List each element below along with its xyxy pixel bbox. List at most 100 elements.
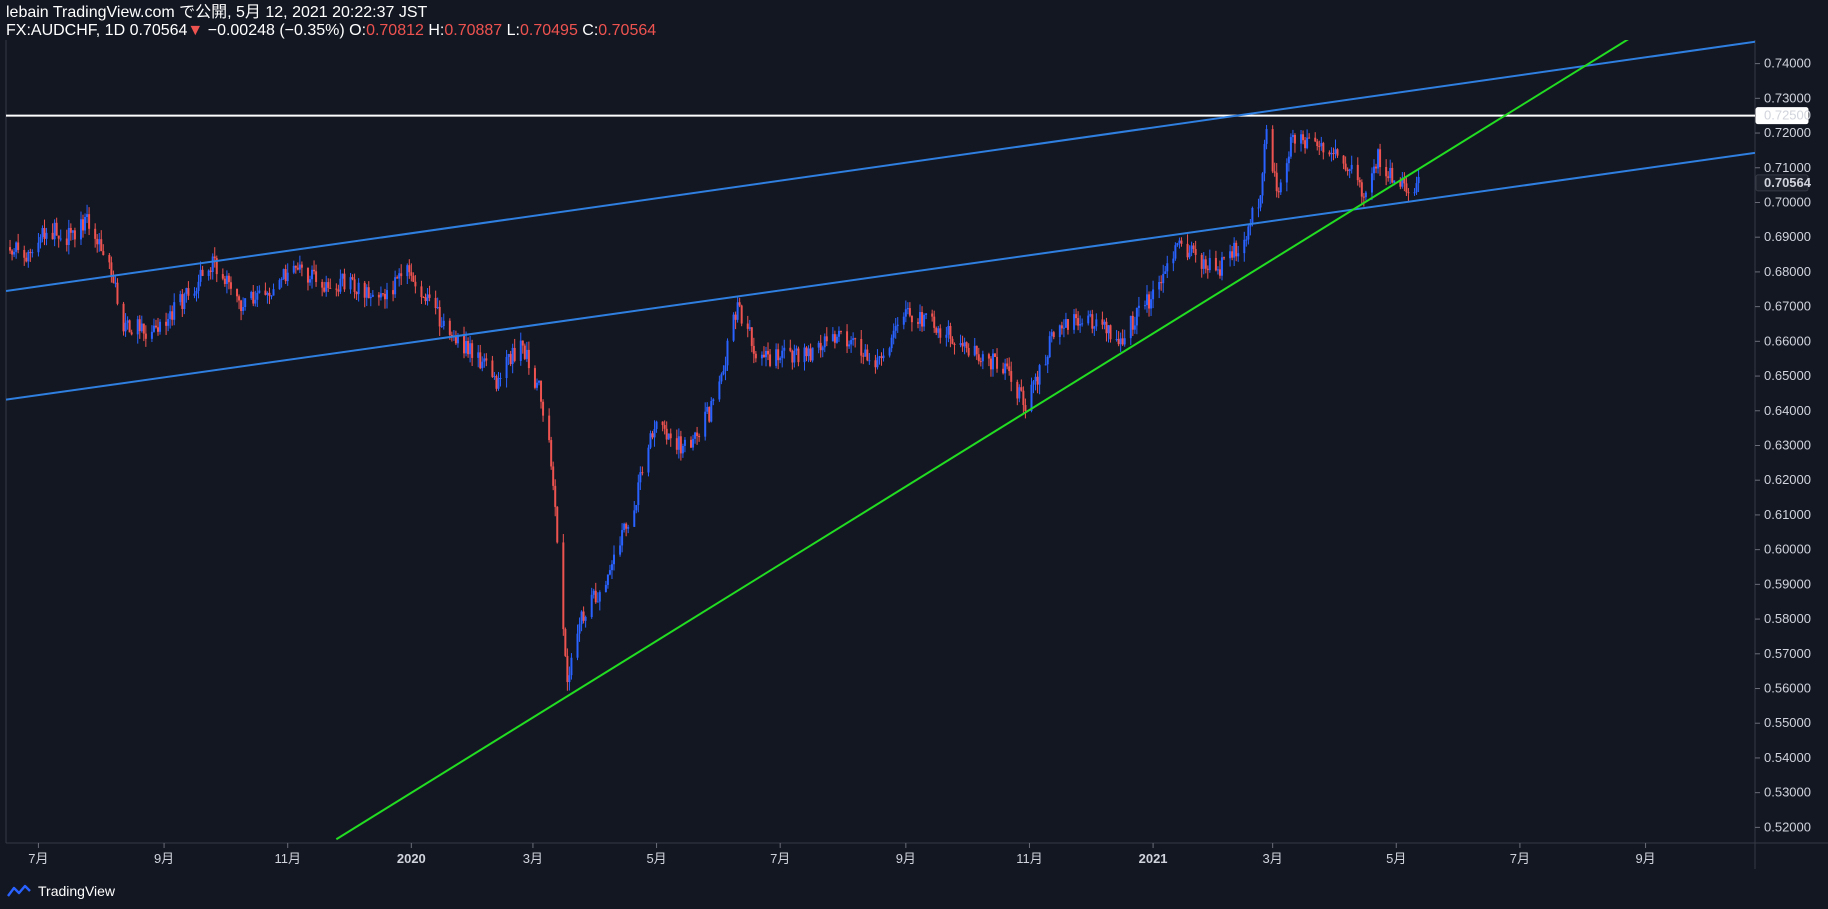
candle-body — [1356, 164, 1359, 181]
candle-body — [497, 378, 500, 389]
y-tick-label: 0.54000 — [1764, 750, 1811, 765]
candle-body — [86, 214, 89, 218]
candle-body — [1415, 183, 1418, 193]
candle-body — [882, 355, 885, 359]
candle-body — [1079, 324, 1082, 326]
candle-body — [864, 349, 867, 357]
candle-body — [850, 339, 853, 345]
candle-body — [1275, 172, 1278, 192]
candle-body — [746, 323, 749, 329]
candle-body — [931, 313, 934, 317]
ohlc-line: FX:AUDCHF, 1D 0.70564▼ −0.00248 (−0.35%)… — [6, 22, 1828, 40]
candle-body — [848, 344, 851, 347]
y-tick-label: 0.72000 — [1764, 125, 1811, 140]
candle-body — [694, 432, 697, 439]
candle-body — [610, 564, 613, 571]
candle-body — [128, 320, 131, 333]
candle-body — [1158, 282, 1161, 290]
x-tick-label: 11月 — [274, 851, 301, 866]
channel-upper-line[interactable] — [6, 40, 1755, 292]
candle-body — [122, 303, 125, 332]
candle-body — [1109, 325, 1112, 340]
candle-body — [679, 436, 682, 454]
candle-body — [775, 349, 778, 366]
candle-body — [1060, 325, 1063, 329]
candle-body — [582, 611, 585, 621]
candle-body — [1146, 294, 1149, 306]
candle-body — [1320, 143, 1323, 147]
candle-body — [639, 472, 642, 483]
candle-body — [831, 334, 834, 342]
candle-body — [467, 340, 470, 355]
candle-body — [386, 290, 389, 300]
candle-body — [244, 298, 247, 308]
channel-lower-line[interactable] — [6, 151, 1755, 401]
candle-body — [724, 365, 727, 372]
candle-body — [201, 269, 204, 276]
candle-body — [1107, 325, 1110, 334]
candle-body — [649, 433, 652, 448]
candle-body — [268, 292, 271, 296]
candle-body — [1160, 282, 1163, 284]
candle-body — [1123, 338, 1126, 345]
candle-body — [1190, 245, 1193, 253]
candle-body — [337, 289, 340, 292]
candle-body — [902, 316, 905, 325]
price-chart[interactable]: 0.74000 0.73000 0.72000 0.71000 0.70000 0.690… — [0, 40, 1828, 909]
candle-body — [1044, 364, 1047, 366]
candle-body — [866, 349, 869, 361]
candle-body — [692, 438, 695, 448]
candle-body — [704, 411, 707, 437]
candle-body — [916, 322, 919, 324]
candle-body — [1150, 299, 1153, 309]
y-tick-label: 0.57000 — [1764, 646, 1811, 661]
candle-body — [876, 357, 879, 368]
candle-body — [1293, 134, 1296, 144]
candle-body — [783, 347, 786, 351]
candle-body — [406, 265, 409, 277]
candle-body — [199, 269, 202, 282]
candle-body — [84, 217, 87, 231]
candle-body — [65, 238, 68, 245]
candle-body — [538, 380, 541, 383]
candle-body — [1204, 259, 1207, 269]
candle-body — [110, 262, 113, 275]
candle-body — [1166, 263, 1169, 272]
chart-area[interactable]: 0.74000 0.73000 0.72000 0.71000 0.70000 0.690… — [0, 40, 1828, 909]
candle-body — [923, 314, 926, 327]
candle-body — [762, 354, 765, 358]
candle-body — [708, 406, 711, 422]
candle-body — [1223, 257, 1226, 259]
candle-body — [722, 371, 725, 375]
candle-body — [951, 338, 954, 344]
candle-body — [606, 574, 609, 585]
candle-body — [339, 278, 342, 292]
candle-body — [612, 554, 615, 565]
candle-body — [136, 319, 139, 335]
candle-body — [1143, 305, 1146, 307]
candle-body — [981, 354, 984, 362]
candle-body — [880, 356, 883, 359]
candle-body — [41, 228, 44, 238]
candle-body — [448, 320, 451, 335]
candle-body — [1008, 366, 1011, 372]
candle-body — [1314, 137, 1317, 142]
candle-body — [764, 350, 767, 358]
candle-body — [1302, 134, 1305, 141]
candle-body — [1318, 146, 1321, 148]
candle-body — [477, 352, 480, 358]
candle-body — [250, 291, 253, 299]
candle-body — [663, 425, 666, 429]
candle-body — [11, 250, 14, 255]
candle-body — [17, 242, 20, 250]
candle-body — [752, 345, 755, 354]
candle-body — [665, 428, 668, 440]
candle-body — [967, 347, 970, 356]
candle-body — [1174, 245, 1177, 259]
y-tick-label: 0.56000 — [1764, 681, 1811, 696]
candle-body — [653, 428, 656, 438]
candle-body — [698, 436, 701, 438]
candle-body — [921, 312, 924, 327]
candle-body — [535, 382, 538, 388]
candle-body — [987, 354, 990, 359]
